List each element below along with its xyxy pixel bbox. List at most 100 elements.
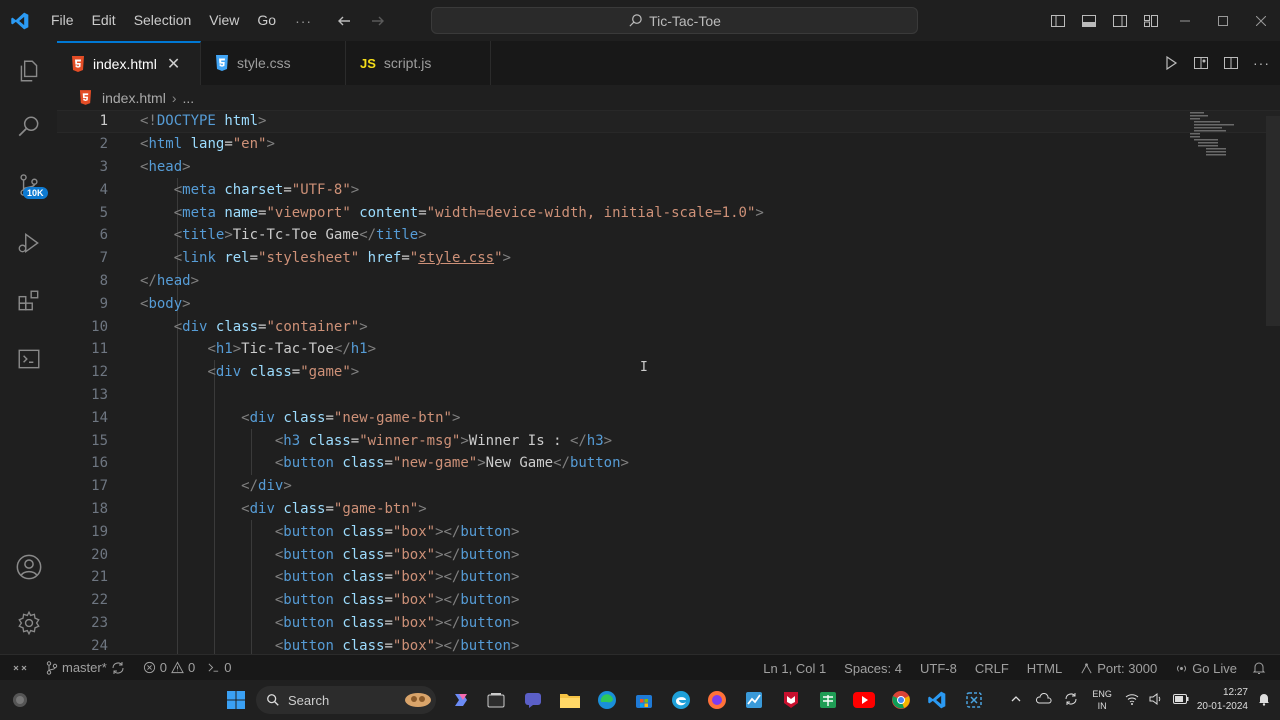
settings-gear-icon[interactable] [0,599,57,647]
code-line[interactable]: 5 <meta name="viewport" content="width=d… [57,201,1280,224]
code-line[interactable]: 8 </head> [57,270,1280,293]
explorer-icon[interactable] [0,47,57,95]
run-debug-icon[interactable] [0,219,57,267]
code-line[interactable]: 3 <head> [57,156,1280,179]
split-editor-icon[interactable] [1223,55,1239,71]
source-control-icon[interactable]: 10K [0,161,57,209]
tab-style-css[interactable]: style.css [201,41,346,85]
notifications-bell-icon[interactable] [1246,661,1272,675]
terminal-icon[interactable] [0,335,57,383]
spreadsheet-app-icon[interactable] [816,688,840,712]
branch-indicator[interactable]: master* [40,660,131,675]
code-line[interactable]: 17 </div> [57,475,1280,498]
edge-browser-icon[interactable] [595,688,619,712]
language-mode[interactable]: HTML [1018,661,1071,676]
mcafee-icon[interactable] [779,688,803,712]
open-changes-icon[interactable] [1193,55,1209,71]
sync-icon[interactable] [111,661,125,675]
chart-app-icon[interactable] [742,688,766,712]
indentation[interactable]: Spaces: 4 [835,661,911,676]
go-live-button[interactable]: Go Live [1166,661,1246,676]
extensions-icon[interactable] [0,277,57,325]
back-arrow-icon[interactable] [336,13,352,29]
edge-dev-icon[interactable] [669,688,693,712]
menu-more-button[interactable]: ··· [285,13,322,29]
weather-widget-icon[interactable] [8,688,32,712]
windows-start-icon[interactable] [224,688,248,712]
battery-icon[interactable] [1172,693,1189,707]
close-window-icon[interactable] [1242,0,1280,41]
code-line[interactable]: 21 <button class="box"></button> [57,566,1280,589]
code-line[interactable]: 10 <div class="container"> [57,315,1280,338]
code-line[interactable]: 16 <button class="new-game">New Game</bu… [57,452,1280,475]
live-server-port[interactable]: Port: 3000 [1071,661,1166,676]
encoding[interactable]: UTF-8 [911,661,966,676]
code-line[interactable]: 18 <div class="game-btn"> [57,498,1280,521]
cursor-position[interactable]: Ln 1, Col 1 [754,661,835,676]
code-line[interactable]: 9 <body> [57,292,1280,315]
minimap[interactable] [1188,110,1240,160]
code-line[interactable]: 15 <h3 class="winner-msg">Winner Is : </… [57,429,1280,452]
menu-go[interactable]: Go [248,0,285,41]
remote-indicator-icon[interactable] [0,655,40,681]
code-editor[interactable]: 1 <!DOCTYPE html> 2 <html lang="en"> 3 <head>… [57,110,1280,654]
vertical-scrollbar[interactable] [1266,110,1280,654]
snipping-tool-icon[interactable] [962,688,986,712]
account-icon[interactable] [0,543,57,591]
customize-layout-icon[interactable] [1135,0,1166,41]
problems-indicator[interactable]: 0 0 [137,660,201,675]
code-line[interactable]: 7 <link rel="stylesheet" href="style.css… [57,247,1280,270]
vscode-taskbar-icon[interactable] [925,688,949,712]
menu-selection[interactable]: Selection [125,0,201,41]
code-line[interactable]: 1 <!DOCTYPE html> [57,110,1280,133]
command-center-search[interactable]: Tic-Tac-Toe [431,7,918,34]
code-line[interactable]: 19 <button class="box"></button> [57,520,1280,543]
forward-arrow-icon[interactable] [370,13,386,29]
input-language[interactable]: ENG IN [1092,688,1112,712]
toggle-secondary-sidebar-icon[interactable] [1104,0,1135,41]
toggle-panel-icon[interactable] [1073,0,1104,41]
vscode-logo-icon[interactable] [0,0,40,41]
code-line[interactable]: 20 <button class="box"></button> [57,543,1280,566]
show-hidden-icons-icon[interactable] [1010,693,1022,708]
breadcrumb-more[interactable]: ... [182,90,194,106]
scrollbar-thumb[interactable] [1266,116,1280,326]
end-of-line[interactable]: CRLF [966,661,1018,676]
file-explorer-icon[interactable] [558,688,582,712]
volume-icon[interactable] [1149,692,1163,708]
copilot-icon[interactable] [449,688,473,712]
code-line[interactable]: 11 <h1>Tic-Tac-Toe</h1> [57,338,1280,361]
code-line[interactable]: 12 <div class="game"> [57,361,1280,384]
menu-edit[interactable]: Edit [83,0,125,41]
breadcrumb-file[interactable]: index.html [102,90,166,106]
maximize-icon[interactable] [1204,0,1242,41]
task-view-icon[interactable] [484,688,508,712]
code-line[interactable]: 22 <button class="box"></button> [57,589,1280,612]
minimize-icon[interactable] [1166,0,1204,41]
chrome-icon[interactable] [889,688,913,712]
code-line[interactable]: 13 [57,384,1280,407]
menu-file[interactable]: File [42,0,83,41]
search-icon[interactable] [0,103,57,151]
toggle-primary-sidebar-icon[interactable] [1042,0,1073,41]
teams-chat-icon[interactable] [521,688,545,712]
clock[interactable]: 12:27 20-01-2024 [1197,686,1248,714]
tab-index-html[interactable]: index.html ✕ [57,41,201,85]
notification-center-icon[interactable] [1258,692,1270,709]
code-line[interactable]: 6 <title>Tic-Tc-Toe Game</title> [57,224,1280,247]
code-line[interactable]: 14 <div class="new-game-btn"> [57,406,1280,429]
code-line[interactable]: 23 <button class="box"></button> [57,612,1280,635]
onedrive-icon[interactable] [1036,692,1052,708]
code-line[interactable]: 24 <button class="box"></button> [57,634,1280,654]
wifi-icon[interactable] [1125,693,1139,708]
sync-tray-icon[interactable] [1064,692,1078,709]
menu-view[interactable]: View [200,0,248,41]
search-highlight-icon[interactable] [403,688,433,712]
more-actions-icon[interactable]: ··· [1253,55,1270,71]
close-icon[interactable]: ✕ [167,54,180,74]
firefox-icon[interactable] [705,688,729,712]
run-icon[interactable] [1163,55,1179,71]
store-icon[interactable] [632,688,656,712]
tab-script-js[interactable]: JS script.js [346,41,491,85]
code-line[interactable]: 2 <html lang="en"> [57,133,1280,156]
